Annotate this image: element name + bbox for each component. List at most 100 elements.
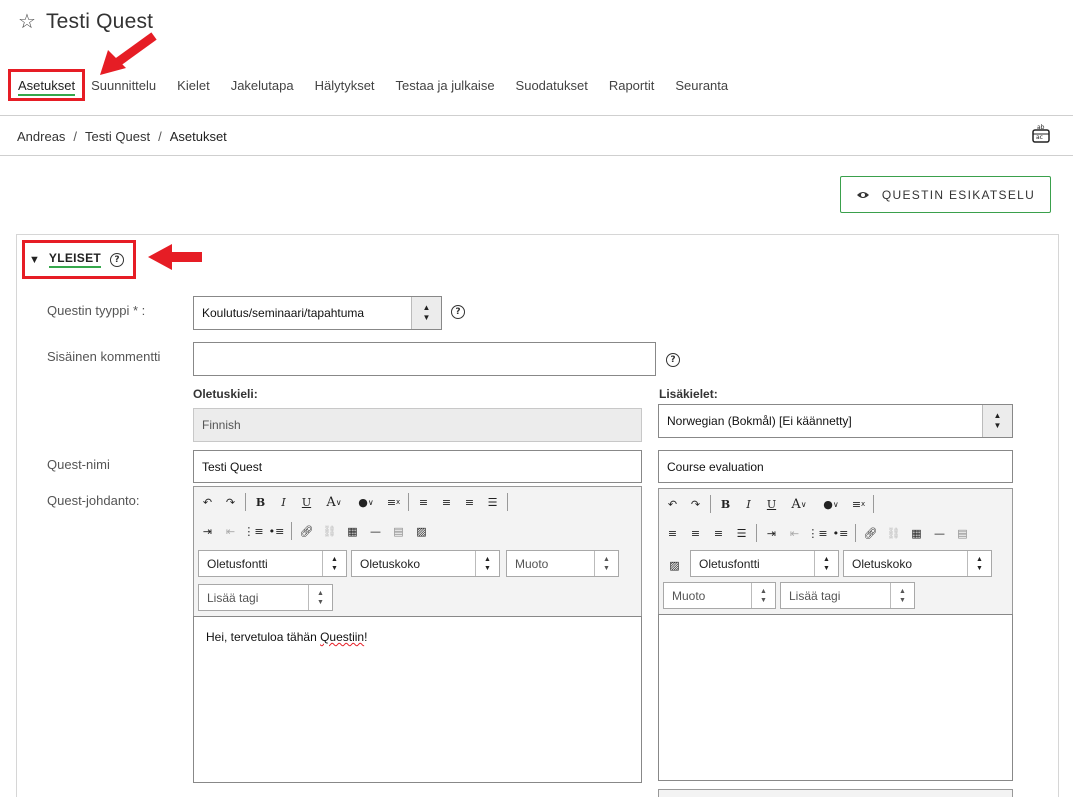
format-value: Muoto <box>515 556 549 571</box>
table-icon[interactable]: ▦ <box>341 520 364 542</box>
tab-asetukset[interactable]: Asetukset <box>8 69 86 101</box>
breadcrumb-bar: Andreas / Testi Quest / Asetukset ab ac <box>0 116 1073 156</box>
link-icon[interactable]: 🔗︎ <box>295 520 318 542</box>
intro-editor-body-extra[interactable] <box>658 614 1013 781</box>
breadcrumb-item-quest[interactable]: Testi Quest <box>85 129 150 144</box>
image-icon[interactable]: ▨ <box>410 520 433 542</box>
bullet-list-icon[interactable]: •≡ <box>829 522 852 544</box>
bullet-list-icon[interactable]: •≡ <box>265 520 288 542</box>
horizontal-rule-icon[interactable]: — <box>364 520 387 542</box>
select-arrows-icon: ▲ ▼ <box>751 583 775 608</box>
background-color-icon[interactable]: ● ∨ <box>350 491 382 513</box>
image-icon[interactable]: ▨ <box>663 552 686 579</box>
additional-languages-label: Lisäkielet: <box>659 387 718 401</box>
toolbar-divider <box>873 495 874 513</box>
tab-jakelutapa[interactable]: Jakelutapa <box>231 74 294 97</box>
source-icon[interactable]: ▤ <box>951 522 974 544</box>
insert-tag-select[interactable]: Lisää tagi ▲ ▼ <box>198 584 333 611</box>
eye-icon <box>856 191 869 198</box>
italic-icon[interactable]: I <box>272 491 295 513</box>
source-icon[interactable]: ▤ <box>387 520 410 542</box>
quest-name-default-input[interactable]: Testi Quest <box>193 450 642 483</box>
align-justify-icon[interactable]: ☰ <box>481 491 504 513</box>
toolbar-divider <box>245 493 246 511</box>
intro-text: Hei, tervetuloa tähän <box>206 630 321 644</box>
help-icon[interactable]: ? <box>110 252 125 267</box>
tab-raportit[interactable]: Raportit <box>609 74 655 97</box>
background-color-icon[interactable]: ● ∨ <box>815 493 847 515</box>
tab-seuranta[interactable]: Seuranta <box>675 74 728 97</box>
align-center-icon[interactable]: ≡ <box>684 522 707 544</box>
italic-icon[interactable]: I <box>737 493 760 515</box>
align-left-icon[interactable]: ≡ <box>412 491 435 513</box>
select-arrows-icon: ▲ ▼ <box>890 583 914 608</box>
table-icon[interactable]: ▦ <box>905 522 928 544</box>
select-arrows-icon: ▲ ▼ <box>982 405 1012 437</box>
editor-toolbar-row-1: ↶ ↷ B I U A ∨ ● ∨ ≡ x <box>661 493 877 515</box>
text-color-icon[interactable]: A ∨ <box>318 491 350 513</box>
editor-toolbar-row-1: ↶ ↷ B I U A ∨ ● ∨ ≡ x ≡ ≡ ≡ ☰ <box>196 491 511 513</box>
tab-kielet[interactable]: Kielet <box>177 74 210 97</box>
font-family-select[interactable]: Oletusfontti ▲ ▼ <box>198 550 347 577</box>
additional-language-select[interactable]: Norwegian (Bokmål) [Ei käännetty] ▲ ▼ <box>658 404 1013 438</box>
undo-icon[interactable]: ↶ <box>661 493 684 515</box>
bold-icon[interactable]: B <box>714 493 737 515</box>
clear-format-icon[interactable]: ≡ x <box>382 491 405 513</box>
quest-name-extra-input[interactable]: Course evaluation <box>658 450 1013 483</box>
horizontal-rule-icon[interactable]: — <box>928 522 951 544</box>
quest-type-select[interactable]: Koulutus/seminaari/tapahtuma ▲ ▼ <box>193 296 442 330</box>
format-select[interactable]: Muoto ▲ ▼ <box>663 582 776 609</box>
link-icon[interactable]: 🔗︎ <box>859 522 882 544</box>
align-center-icon[interactable]: ≡ <box>435 491 458 513</box>
toolbar-divider <box>408 493 409 511</box>
editor-toolbar-row-2: ≡ ≡ ≡ ☰ ⇥ ⇤ ⋮≡ •≡ 🔗︎ ⛓ ▦ — ▤ <box>661 522 974 544</box>
underline-icon[interactable]: U <box>295 491 318 513</box>
help-icon[interactable]: ? <box>451 305 465 319</box>
indent-icon[interactable]: ⇥ <box>760 522 783 544</box>
indent-icon[interactable]: ⇥ <box>196 520 219 542</box>
font-size-select[interactable]: Oletuskoko ▲ ▼ <box>351 550 500 577</box>
svg-text:ab: ab <box>1037 124 1045 131</box>
underline-icon[interactable]: U <box>760 493 783 515</box>
align-left-icon[interactable]: ≡ <box>661 522 684 544</box>
star-outline-icon[interactable]: ☆ <box>18 12 36 32</box>
align-right-icon[interactable]: ≡ <box>458 491 481 513</box>
bold-icon[interactable]: B <box>249 491 272 513</box>
text-color-icon[interactable]: A ∨ <box>783 493 815 515</box>
tab-suodatukset[interactable]: Suodatukset <box>516 74 588 97</box>
select-arrows-icon: ▲ ▼ <box>322 551 346 576</box>
align-right-icon[interactable]: ≡ <box>707 522 730 544</box>
font-family-value: Oletusfontti <box>699 556 760 571</box>
annotation-arrow-tab <box>100 32 157 75</box>
numbered-list-icon[interactable]: ⋮≡ <box>242 520 265 542</box>
align-justify-icon[interactable]: ☰ <box>730 522 753 544</box>
insert-tag-select[interactable]: Lisää tagi ▲ ▼ <box>780 582 915 609</box>
preview-quest-button[interactable]: QUESTIN ESIKATSELU <box>840 176 1051 213</box>
breadcrumb-item-andreas[interactable]: Andreas <box>17 129 65 144</box>
select-arrows-icon: ▲ ▼ <box>411 297 441 329</box>
font-family-select[interactable]: Oletusfontti ▲ ▼ <box>690 550 839 577</box>
intro-editor-body[interactable]: Hei, tervetuloa tähän Questiin! <box>193 616 642 783</box>
intro-editor-default: ↶ ↷ B I U A ∨ ● ∨ ≡ x ≡ ≡ ≡ ☰ ⇥ ⇤ ⋮≡ •≡ 🔗︎ … <box>193 486 642 783</box>
translate-icon[interactable]: ab ac <box>1031 124 1051 144</box>
unlink-icon[interactable]: ⛓ <box>882 522 905 544</box>
font-size-select[interactable]: Oletuskoko ▲ ▼ <box>843 550 992 577</box>
quest-name-extra-value: Course evaluation <box>667 459 764 474</box>
breadcrumb-item-current: Asetukset <box>169 129 227 144</box>
tab-testaa-ja-julkaise[interactable]: Testaa ja julkaise <box>396 74 495 97</box>
undo-icon[interactable]: ↶ <box>196 491 219 513</box>
outdent-icon[interactable]: ⇤ <box>783 522 806 544</box>
numbered-list-icon[interactable]: ⋮≡ <box>806 522 829 544</box>
help-icon[interactable]: ? <box>666 353 680 367</box>
unlink-icon[interactable]: ⛓ <box>318 520 341 542</box>
redo-icon[interactable]: ↷ <box>219 491 242 513</box>
section-toggle-yleiset[interactable]: ▼ YLEISET ? <box>22 240 136 279</box>
clear-format-icon[interactable]: ≡ x <box>847 493 870 515</box>
redo-icon[interactable]: ↷ <box>684 493 707 515</box>
tab-halytykset[interactable]: Hälytykset <box>315 74 375 97</box>
outdent-icon[interactable]: ⇤ <box>219 520 242 542</box>
breadcrumb-separator: / <box>73 129 78 144</box>
internal-comment-input[interactable] <box>193 342 656 376</box>
select-arrows-icon: ▲ ▼ <box>594 551 618 576</box>
format-select[interactable]: Muoto ▲ ▼ <box>506 550 619 577</box>
